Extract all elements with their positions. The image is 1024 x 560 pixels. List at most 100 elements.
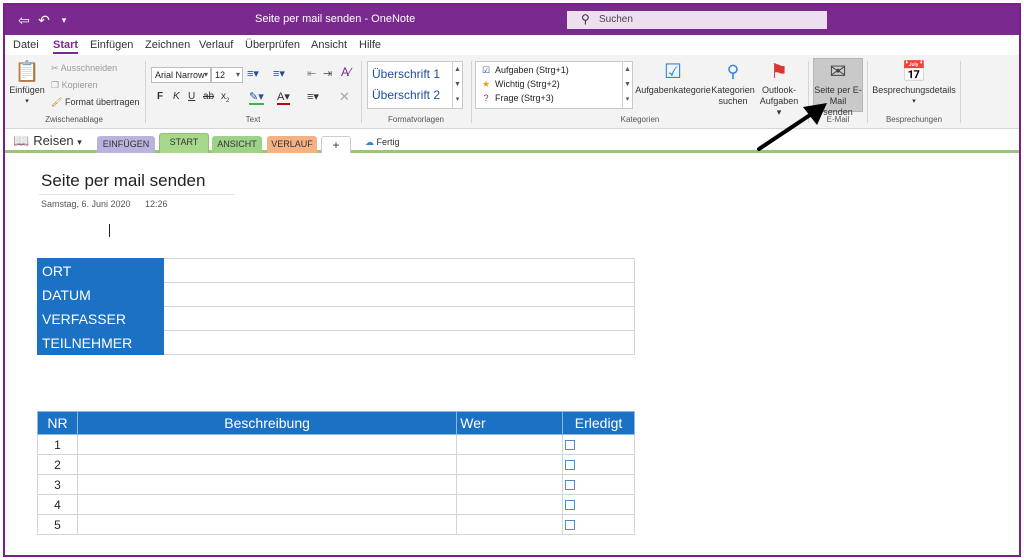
section-tab-verlauf[interactable]: VERLAUF <box>267 136 317 153</box>
table-header-row: NR Beschreibung Wer Erledigt <box>37 411 635 435</box>
description-cell[interactable] <box>76 454 458 475</box>
style-heading-1[interactable]: Überschrift 1 <box>372 67 440 81</box>
style-heading-2[interactable]: Überschrift 2 <box>372 88 440 102</box>
task-category-button[interactable]: ☑ Aufgabenkategorie <box>635 59 711 96</box>
search-box[interactable]: ⚲ Suchen <box>567 11 827 29</box>
tags-gallery[interactable]: ☑ Aufgaben (Strg+1) ★ Wichtig (Strg+2) ? Fr… <box>475 61 633 109</box>
info-value-cell[interactable] <box>163 258 635 283</box>
numbering-icon[interactable]: ≡▾ <box>273 67 285 80</box>
task-category-label: Aufgabenkategorie <box>635 85 711 95</box>
increase-indent-icon[interactable]: ⇥ <box>323 67 332 80</box>
find-tags-label-2: suchen <box>718 96 748 106</box>
chevron-down-icon: ▾ <box>912 98 916 105</box>
italic-button[interactable]: K <box>173 91 180 102</box>
tag-question[interactable]: ? Frage (Strg+3) <box>480 93 553 103</box>
bold-button[interactable]: F <box>157 91 163 102</box>
who-cell[interactable] <box>456 474 564 495</box>
copy-button[interactable]: ❐ Kopieren <box>51 80 98 91</box>
who-cell[interactable] <box>456 494 564 515</box>
paste-button[interactable]: 📋 Einfügen ▾ <box>9 59 45 107</box>
description-cell[interactable] <box>76 474 458 495</box>
sync-icon: ☁ <box>365 137 374 147</box>
highlight-icon[interactable]: ✎▾ <box>249 90 264 105</box>
chevron-down-icon[interactable]: ▼ <box>623 77 632 92</box>
sync-status: ☁ Fertig <box>365 137 400 148</box>
description-cell[interactable] <box>76 514 458 535</box>
page-title[interactable]: Seite per mail senden <box>41 171 205 191</box>
done-checkbox[interactable] <box>565 520 576 531</box>
info-value-cell[interactable] <box>163 330 635 355</box>
font-color-icon[interactable]: A▾ <box>277 90 290 105</box>
clear-formatting-icon[interactable]: A∕ <box>341 65 351 79</box>
scissors-icon: ✂ <box>51 63 59 73</box>
chevron-up-icon[interactable]: ▲ <box>453 62 462 77</box>
tags-scrollbar[interactable]: ▲ ▼ ▾ <box>622 62 632 108</box>
font-size-select[interactable]: 12 ▾ <box>211 67 243 83</box>
row-number: 2 <box>37 454 78 475</box>
tab-ueberpruefen[interactable]: Überprüfen <box>245 39 300 51</box>
tab-zeichnen[interactable]: Zeichnen <box>145 39 190 51</box>
info-value-cell[interactable] <box>163 306 635 331</box>
description-cell[interactable] <box>76 494 458 515</box>
done-checkbox[interactable] <box>565 460 576 471</box>
who-cell[interactable] <box>456 454 564 475</box>
title-bar: ⇦ ↶ ▾ Seite per mail senden - OneNote ⚲ … <box>5 5 1019 35</box>
envelope-icon: ✉ <box>829 61 847 83</box>
section-tab-ansicht[interactable]: ANSICHT <box>212 136 262 153</box>
font-name-select[interactable]: Arial Narrow ▾ <box>151 67 211 83</box>
done-cell <box>562 474 635 495</box>
format-painter-button[interactable]: 🖌 Format übertragen <box>51 97 140 108</box>
info-value-cell[interactable] <box>163 282 635 307</box>
underline-button[interactable]: U <box>188 91 195 102</box>
table-row: TEILNEHMER <box>37 330 635 355</box>
tag-todo[interactable]: ☑ Aufgaben (Strg+1) <box>480 65 569 76</box>
done-cell <box>562 454 635 475</box>
quick-access-dropdown-icon[interactable]: ▾ <box>55 11 73 29</box>
styles-scrollbar[interactable]: ▲ ▼ ▾ <box>452 62 462 108</box>
tag-todo-label: Aufgaben (Strg+1) <box>495 65 569 75</box>
meeting-details-button[interactable]: 📅 Besprechungsdetails ▾ <box>871 59 957 107</box>
strikethrough-button[interactable]: ab <box>203 91 214 102</box>
description-cell[interactable] <box>76 434 458 455</box>
row-number: 4 <box>37 494 78 515</box>
bullets-icon[interactable]: ≡▾ <box>247 67 259 80</box>
tab-verlauf[interactable]: Verlauf <box>199 39 233 51</box>
tag-important[interactable]: ★ Wichtig (Strg+2) <box>480 79 560 90</box>
delete-icon[interactable]: ✕ <box>339 89 350 105</box>
calendar-icon: 📅 <box>901 61 927 83</box>
back-icon[interactable]: ⇦ <box>15 11 33 29</box>
tab-datei[interactable]: Datei <box>13 39 39 51</box>
find-tags-button[interactable]: ⚲ Kategorien suchen <box>711 59 755 107</box>
copy-icon: ❐ <box>51 80 60 90</box>
more-icon[interactable]: ▾ <box>453 92 462 107</box>
header-beschreibung: Beschreibung <box>76 411 458 435</box>
tab-einfuegen[interactable]: Einfügen <box>90 39 133 51</box>
font-name-value: Arial Narrow <box>155 70 205 80</box>
who-cell[interactable] <box>456 514 564 535</box>
ribbon-separator <box>361 61 362 123</box>
cut-label: Ausschneiden <box>60 63 118 73</box>
chevron-up-icon[interactable]: ▲ <box>623 62 632 77</box>
done-checkbox[interactable] <box>565 500 576 511</box>
tab-hilfe[interactable]: Hilfe <box>359 39 381 51</box>
who-cell[interactable] <box>456 434 564 455</box>
more-icon[interactable]: ▾ <box>623 92 632 107</box>
cut-button[interactable]: ✂ Ausschneiden <box>51 63 117 74</box>
done-checkbox[interactable] <box>565 480 576 491</box>
tag-important-label: Wichtig (Strg+2) <box>495 79 560 89</box>
task-checkbox-icon: ☑ <box>664 61 682 83</box>
styles-gallery[interactable]: Überschrift 1 Überschrift 2 ▲ ▼ ▾ <box>367 61 463 109</box>
align-icon[interactable]: ≡▾ <box>307 90 319 103</box>
tab-ansicht[interactable]: Ansicht <box>311 39 347 51</box>
section-tab-einfuegen[interactable]: EINFÜGEN <box>97 136 155 153</box>
subscript-button[interactable]: x2 <box>221 91 229 104</box>
notebook-selector[interactable]: 📖 Reisen ▾ <box>13 133 82 149</box>
done-checkbox[interactable] <box>565 440 576 451</box>
section-tab-start[interactable]: START <box>159 133 209 153</box>
decrease-indent-icon[interactable]: ⇤ <box>307 67 316 80</box>
undo-icon[interactable]: ↶ <box>35 11 53 29</box>
tab-start[interactable]: Start <box>53 39 79 54</box>
chevron-down-icon: ▾ <box>203 70 208 79</box>
add-section-button[interactable]: + <box>321 136 351 153</box>
chevron-down-icon[interactable]: ▼ <box>453 77 462 92</box>
